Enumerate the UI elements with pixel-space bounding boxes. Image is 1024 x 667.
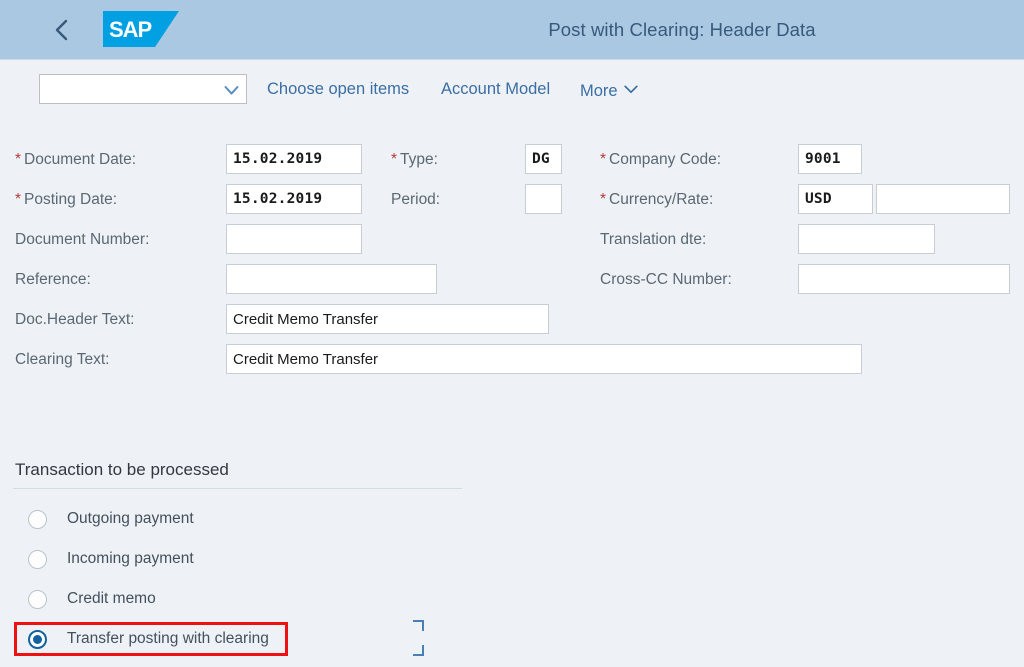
account-model-button[interactable]: Account Model [441, 74, 550, 104]
doc-header-text-input[interactable]: Credit Memo Transfer [226, 304, 549, 334]
cross-cc-number-label: Cross-CC Number: [600, 271, 732, 288]
radio-credit-memo[interactable]: Credit memo [28, 587, 156, 611]
clearing-text-label: Clearing Text: [15, 351, 110, 368]
transaction-section-title: Transaction to be processed [15, 460, 229, 479]
radio-incoming-payment[interactable]: Incoming payment [28, 547, 194, 571]
posting-date-label-text: Posting Date: [24, 191, 118, 208]
app-root: SAP Post with Clearing: Header Data Choo… [0, 0, 1024, 667]
period-label: Period: [391, 191, 441, 208]
chevron-down-icon [224, 83, 239, 101]
document-number-label: Document Number: [15, 231, 150, 248]
translation-date-input[interactable] [798, 224, 935, 254]
reference-label: Reference: [15, 271, 91, 288]
document-number-input[interactable] [226, 224, 362, 254]
selection-frame-corner-top-right [413, 620, 424, 631]
cross-cc-number-input[interactable] [798, 264, 1010, 294]
posting-date-input[interactable]: 15.02.2019 [226, 184, 362, 214]
doc-header-text-label: Doc.Header Text: [15, 311, 135, 328]
more-button[interactable]: More [580, 74, 638, 104]
radio-outgoing-payment[interactable]: Outgoing payment [28, 507, 194, 531]
radio-icon [28, 589, 47, 609]
exchange-rate-input[interactable] [876, 184, 1010, 214]
company-code-label: * Company Code: [600, 150, 721, 170]
type-label-text: Type: [400, 151, 438, 168]
clearing-text-input[interactable]: Credit Memo Transfer [226, 344, 862, 374]
shell-header: SAP Post with Clearing: Header Data [0, 0, 1024, 59]
page-title: Post with Clearing: Header Data [548, 19, 816, 40]
document-date-input[interactable]: 15.02.2019 [226, 144, 362, 174]
type-input[interactable]: DG [525, 144, 562, 174]
required-marker: * [15, 151, 22, 168]
section-divider [13, 488, 462, 489]
currency-rate-label-text: Currency/Rate: [609, 191, 714, 208]
action-toolbar: Choose open items Account Model More [0, 59, 1024, 120]
radio-transfer-posting-with-clearing[interactable]: Transfer posting with clearing [28, 627, 269, 651]
radio-selected-icon [28, 629, 47, 649]
company-code-input[interactable]: 9001 [798, 144, 862, 174]
header-data-form: * Document Date: * Posting Date: Document … [0, 119, 1024, 449]
document-date-label-text: Document Date: [24, 151, 137, 168]
radio-outgoing-payment-label: Outgoing payment [67, 510, 194, 527]
company-code-label-text: Company Code: [609, 151, 722, 168]
currency-input[interactable]: USD [798, 184, 873, 214]
required-marker: * [600, 151, 607, 168]
reference-input[interactable] [226, 264, 437, 294]
required-marker: * [15, 191, 22, 208]
radio-credit-memo-label: Credit memo [67, 590, 156, 607]
posting-date-label: * Posting Date: [15, 190, 117, 210]
transaction-select[interactable] [39, 74, 247, 104]
more-button-label: More [580, 82, 618, 100]
period-input[interactable] [525, 184, 562, 214]
radio-transfer-posting-with-clearing-label: Transfer posting with clearing [67, 630, 269, 647]
document-date-label: * Document Date: [15, 150, 136, 170]
required-marker: * [391, 151, 398, 168]
chevron-down-icon [623, 74, 638, 104]
radio-incoming-payment-label: Incoming payment [67, 550, 194, 567]
currency-rate-label: * Currency/Rate: [600, 190, 713, 210]
radio-icon [28, 549, 47, 569]
selection-frame-corner-bottom-right [413, 645, 424, 656]
required-marker: * [600, 191, 607, 208]
translation-date-label: Translation dte: [600, 231, 707, 248]
choose-open-items-button[interactable]: Choose open items [267, 74, 409, 104]
radio-icon [28, 509, 47, 529]
transaction-section: Transaction to be processed Outgoing pay… [0, 449, 1024, 667]
type-label: * Type: [391, 150, 438, 170]
